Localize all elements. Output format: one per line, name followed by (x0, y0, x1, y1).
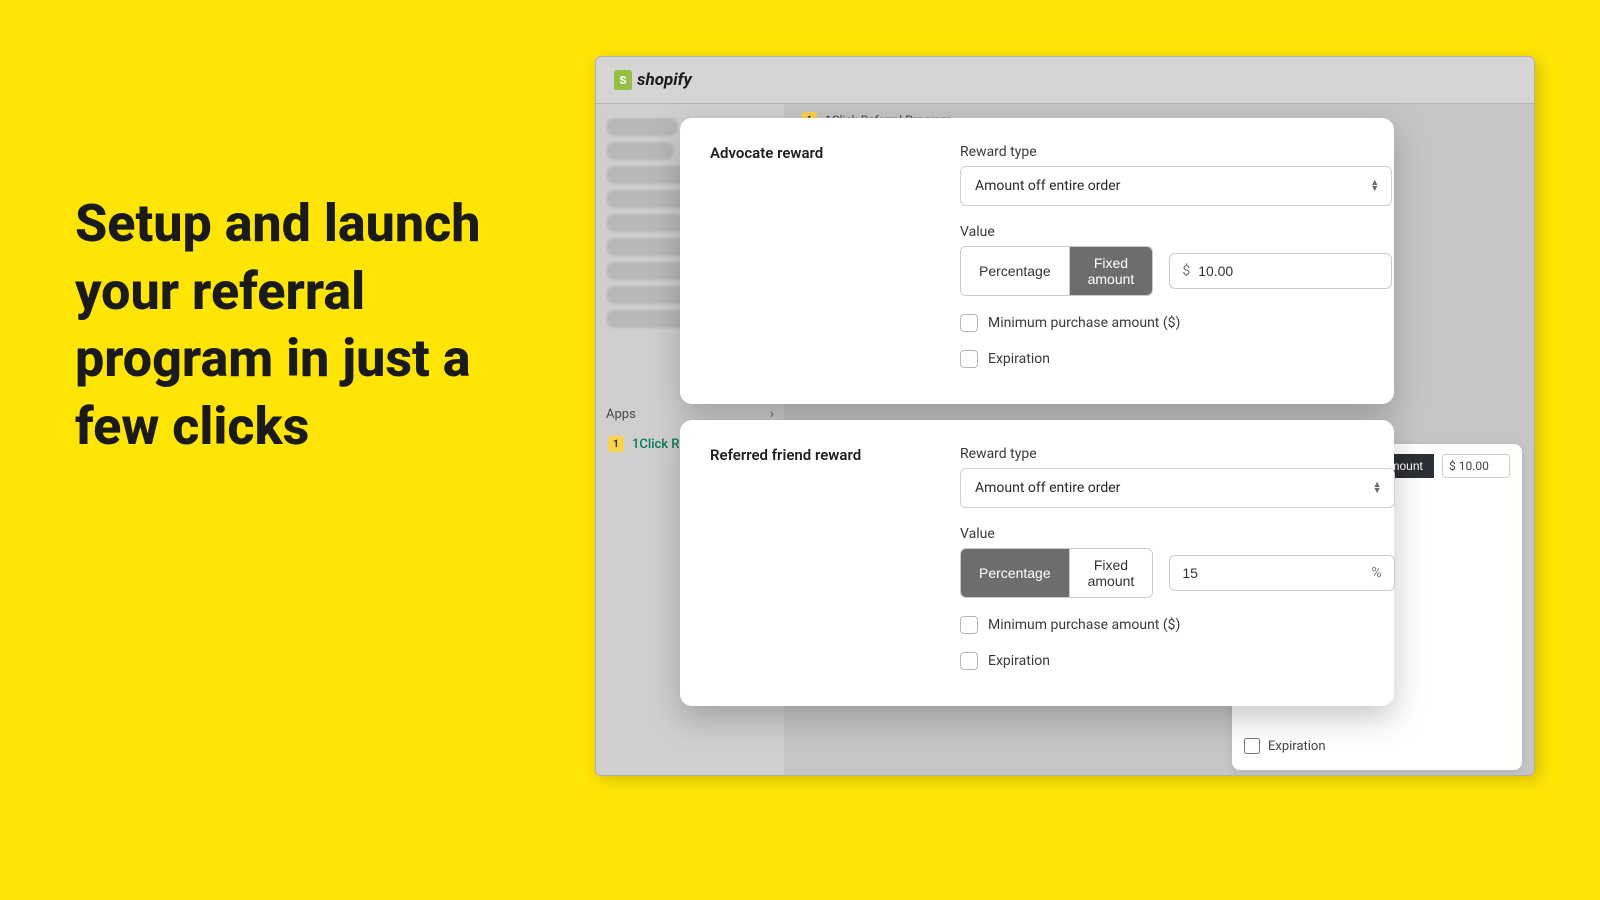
reward-type-select[interactable]: Amount off entire order ▲▼ (960, 468, 1395, 508)
percentage-toggle[interactable]: Percentage (961, 247, 1069, 295)
nav-item-blurred (606, 118, 678, 136)
referred-reward-card: Referred friend reward Reward type Amoun… (680, 420, 1394, 706)
value-input-wrap[interactable]: $ (1169, 253, 1392, 289)
sidebar-apps-label: Apps (606, 407, 636, 422)
value-input[interactable] (1198, 263, 1379, 279)
value-input-wrap[interactable]: % (1169, 555, 1394, 591)
bg-expiration-checkbox[interactable] (1244, 738, 1260, 754)
advocate-card-title: Advocate reward (710, 144, 900, 368)
value-type-toggle: Percentage Fixed amount (960, 246, 1153, 296)
reward-type-label: Reward type (960, 144, 1392, 160)
min-purchase-label: Minimum purchase amount ($) (988, 617, 1180, 633)
expiration-label: Expiration (988, 351, 1050, 367)
expiration-checkbox[interactable] (960, 350, 978, 368)
shopify-logo: shopify (614, 70, 692, 90)
bg-value: $ 10.00 (1442, 454, 1510, 478)
select-caret-icon: ▲▼ (1373, 482, 1382, 494)
bg-expiration-row[interactable]: Expiration (1244, 738, 1510, 754)
min-purchase-checkbox[interactable] (960, 314, 978, 332)
currency-prefix: $ (1449, 459, 1456, 473)
min-purchase-label: Minimum purchase amount ($) (988, 315, 1180, 331)
advocate-reward-card: Advocate reward Reward type Amount off e… (680, 118, 1394, 404)
marketing-headline: Setup and launch your referral program i… (75, 190, 535, 460)
reward-type-value: Amount off entire order (975, 480, 1120, 496)
expiration-row[interactable]: Expiration (960, 350, 1392, 368)
reward-type-label: Reward type (960, 446, 1395, 462)
bg-value-text: 10.00 (1459, 459, 1489, 473)
value-label: Value (960, 526, 1395, 542)
fixed-amount-toggle[interactable]: Fixed amount (1069, 247, 1153, 295)
bg-expiration-label: Expiration (1268, 739, 1326, 754)
expiration-label: Expiration (988, 653, 1050, 669)
app-icon: 1 (608, 436, 624, 452)
nav-item-blurred (606, 214, 684, 232)
currency-prefix: $ (1182, 263, 1190, 279)
admin-topbar: shopify (596, 57, 1534, 104)
min-purchase-checkbox[interactable] (960, 616, 978, 634)
referred-card-title: Referred friend reward (710, 446, 900, 670)
min-purchase-row[interactable]: Minimum purchase amount ($) (960, 314, 1392, 332)
reward-type-value: Amount off entire order (975, 178, 1120, 194)
value-input[interactable] (1182, 565, 1363, 581)
fixed-amount-toggle[interactable]: Fixed amount (1069, 549, 1153, 597)
expiration-checkbox[interactable] (960, 652, 978, 670)
expiration-row[interactable]: Expiration (960, 652, 1395, 670)
percentage-toggle[interactable]: Percentage (961, 549, 1069, 597)
shopify-bag-icon (614, 70, 632, 90)
value-type-toggle: Percentage Fixed amount (960, 548, 1153, 598)
nav-item-blurred (606, 142, 674, 160)
percent-suffix: % (1371, 565, 1381, 581)
min-purchase-row[interactable]: Minimum purchase amount ($) (960, 616, 1395, 634)
value-label: Value (960, 224, 1392, 240)
brand-name: shopify (637, 70, 692, 90)
select-caret-icon: ▲▼ (1370, 180, 1379, 192)
reward-type-select[interactable]: Amount off entire order ▲▼ (960, 166, 1392, 206)
